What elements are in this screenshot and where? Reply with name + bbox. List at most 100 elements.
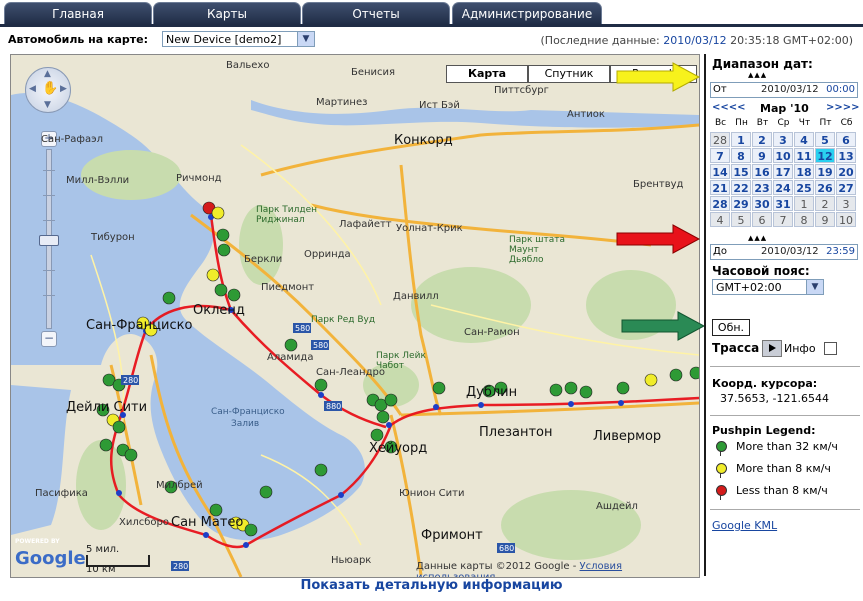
calendar-day[interactable]: 4 (794, 132, 814, 147)
map-label: Ливермор (593, 429, 662, 444)
calendar-day[interactable]: 5 (815, 132, 835, 147)
calendar-day[interactable]: 22 (731, 180, 751, 195)
calendar-day[interactable]: 8 (794, 212, 814, 227)
map-label: Пасифика (35, 488, 88, 499)
calendar-day[interactable]: 29 (731, 196, 751, 211)
last-data-date[interactable]: 2010/03/12 (663, 34, 726, 47)
red-pin-icon (716, 485, 727, 500)
to-time[interactable]: 23:59 (826, 245, 855, 259)
calendar-day[interactable]: 3 (836, 196, 856, 211)
vehicle-select-value: New Device [demo2] (166, 33, 282, 46)
play-icon[interactable] (762, 340, 782, 357)
calendar-month: Мар '10 (760, 102, 809, 115)
calendar-day[interactable]: 4 (710, 212, 730, 227)
pan-control[interactable]: ▲ ▼ ◀ ▶ ✋ (25, 67, 71, 113)
map-type-satellite[interactable]: Спутник (528, 65, 610, 83)
to-date-field[interactable]: До 2010/03/12 23:59 (710, 244, 858, 260)
google-logo[interactable]: POWERED BY Google (15, 538, 86, 569)
show-details-link[interactable]: Показать детальную информацию (0, 578, 863, 598)
map-label: Милбрей (156, 480, 203, 491)
calendar-day[interactable]: 1 (794, 196, 814, 211)
map-label: Плезантон (479, 425, 553, 440)
calendar-day[interactable]: 28 (710, 132, 730, 147)
pan-left-icon[interactable]: ◀ (29, 84, 36, 94)
from-time[interactable]: 00:00 (826, 83, 855, 97)
pan-up-icon[interactable]: ▲ (44, 69, 51, 79)
calendar-day[interactable]: 20 (836, 164, 856, 179)
calendar-day[interactable]: 9 (752, 148, 772, 163)
calendar-day[interactable]: 17 (773, 164, 793, 179)
calendar-day[interactable]: 21 (710, 180, 730, 195)
tab-admin[interactable]: Администрирование (452, 2, 602, 25)
arrow-up-icon[interactable]: ▲▲▲ (748, 71, 767, 79)
calendar-day[interactable]: 30 (752, 196, 772, 211)
pan-right-icon[interactable]: ▶ (60, 84, 67, 94)
calendar-day[interactable]: 9 (815, 212, 835, 227)
calendar-day[interactable]: 2 (752, 132, 772, 147)
calendar-day[interactable]: 5 (731, 212, 751, 227)
map-label: Сан-Леандро (316, 367, 385, 378)
info-checkbox[interactable] (824, 342, 837, 355)
calendar-day[interactable]: 1 (731, 132, 751, 147)
map-label: Питтсбург (494, 85, 549, 96)
map-canvas[interactable]: 580 580 880 680 280 280 Карта Спутник Ре… (10, 54, 700, 578)
pan-down-icon[interactable]: ▼ (44, 100, 51, 110)
calendar-day[interactable]: 26 (815, 180, 835, 195)
calendar-day[interactable]: 24 (773, 180, 793, 195)
map-label: Фримонт (421, 528, 483, 543)
calendar-day[interactable]: 14 (710, 164, 730, 179)
calendar-day[interactable]: 18 (794, 164, 814, 179)
map-label: Милл-Вэлли (66, 175, 130, 186)
refresh-button[interactable]: Обн. (712, 319, 750, 336)
chevron-down-icon[interactable]: ▼ (297, 32, 314, 46)
map-label: Конкорд (394, 133, 453, 148)
calendar-day[interactable]: 31 (773, 196, 793, 211)
google-kml-link[interactable]: Google KML (712, 519, 777, 532)
calendar-day[interactable]: 11 (794, 148, 814, 163)
map-type-map[interactable]: Карта (446, 65, 528, 83)
scale-km: 10 км (86, 564, 116, 575)
arrow-up-icon[interactable]: ▲▲▲ (748, 234, 767, 242)
tab-divider (0, 24, 863, 27)
calendar-prev[interactable]: <<<< (712, 102, 746, 113)
calendar-day[interactable]: 19 (815, 164, 835, 179)
map-label: Брентвуд (633, 179, 684, 190)
chevron-down-icon[interactable]: ▼ (806, 280, 823, 294)
calendar-day[interactable]: 13 (836, 148, 856, 163)
timezone-select[interactable]: GMT+02:00 ▼ (712, 279, 824, 295)
calendar-day[interactable]: 6 (836, 132, 856, 147)
calendar-day[interactable]: 3 (773, 132, 793, 147)
map-label: Орринда (304, 249, 351, 260)
calendar-day[interactable]: 7 (773, 212, 793, 227)
calendar-day[interactable]: 23 (752, 180, 772, 195)
green-arrow-icon (621, 311, 706, 341)
calendar-day[interactable]: 2 (815, 196, 835, 211)
tab-home[interactable]: Главная (4, 2, 152, 25)
calendar-day[interactable]: 12 (815, 148, 835, 163)
map-label: Аламида (267, 352, 314, 363)
calendar-day[interactable]: 15 (731, 164, 751, 179)
svg-text:580: 580 (313, 341, 328, 350)
calendar-day[interactable]: 25 (794, 180, 814, 195)
calendar-day[interactable]: 28 (710, 196, 730, 211)
zoom-slider-knob[interactable] (39, 235, 59, 246)
calendar-day[interactable]: 8 (731, 148, 751, 163)
calendar-day[interactable]: 10 (773, 148, 793, 163)
zoom-out-button[interactable]: − (41, 331, 57, 347)
from-date-field[interactable]: От 2010/03/12 00:00 (710, 82, 858, 98)
tab-maps[interactable]: Карты (153, 2, 301, 25)
calendar-dow: Вт (756, 118, 769, 128)
calendar-next[interactable]: >>>> (826, 102, 860, 113)
svg-text:680: 680 (499, 544, 514, 553)
calendar-day[interactable]: 10 (836, 212, 856, 227)
calendar-day[interactable]: 6 (752, 212, 772, 227)
vehicle-select[interactable]: New Device [demo2] ▼ (162, 31, 315, 47)
svg-text:880: 880 (326, 402, 341, 411)
tab-reports[interactable]: Отчеты (302, 2, 450, 25)
calendar-day[interactable]: 16 (752, 164, 772, 179)
map-label: Юнион Сити (399, 488, 465, 499)
last-data-time: 20:35:18 GMT+02:00) (730, 34, 853, 47)
red-arrow-icon (616, 224, 701, 254)
calendar-day[interactable]: 7 (710, 148, 730, 163)
calendar-day[interactable]: 27 (836, 180, 856, 195)
